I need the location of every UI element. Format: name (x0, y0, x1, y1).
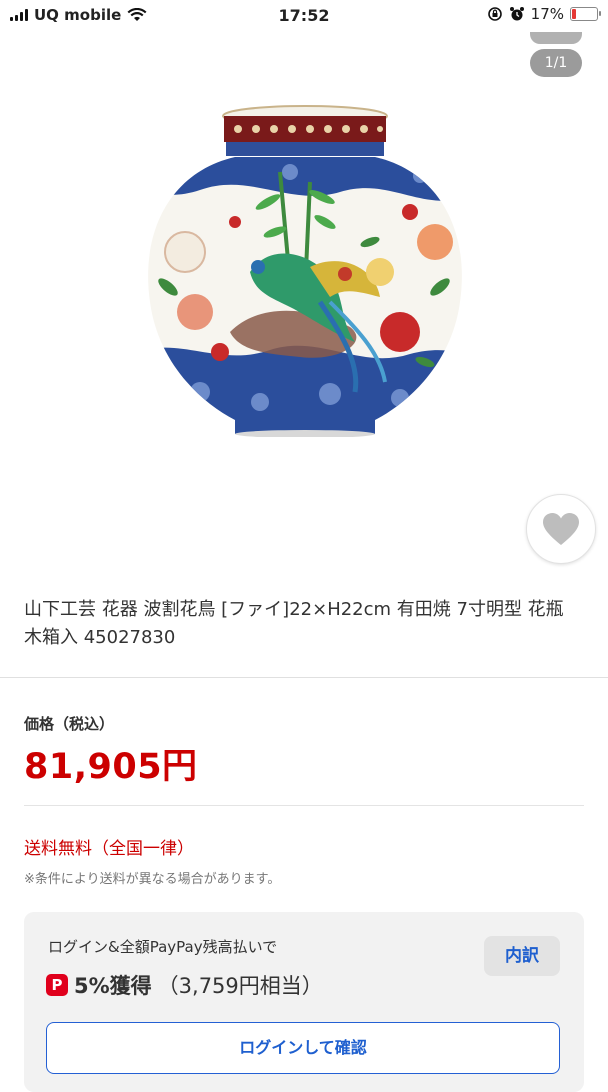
shipping-free-label: 送料無料（全国一律） (24, 839, 194, 859)
price-value: 81,905円 (24, 747, 198, 787)
breakdown-button[interactable]: 内訳 (484, 936, 560, 976)
gallery-control-partial (530, 32, 582, 44)
product-title: 山下工芸 花器 波割花鳥 [ファイ]22×H22cm 有田焼 7寸明型 花瓶 木… (24, 599, 564, 648)
screen-lock-icon (487, 7, 502, 21)
image-counter: 1/1 (530, 49, 582, 77)
divider (24, 805, 584, 806)
points-rate: 5%獲得 (74, 974, 152, 998)
product-image-vase (148, 105, 462, 437)
battery-icon (570, 7, 601, 21)
login-to-confirm-button[interactable]: ログインして確認 (46, 1022, 560, 1074)
status-bar: UQ mobile 17:52 17% (0, 0, 608, 32)
points-equivalent: （3,759円相当） (157, 974, 323, 998)
heart-icon (543, 513, 579, 545)
favorite-button[interactable] (526, 494, 596, 564)
paypay-points-card: ログイン&全額PayPay残高払いで 内訳 P 5%獲得 （3,759円相当） … (24, 912, 584, 1092)
product-image-gallery[interactable]: 1/1 (0, 32, 608, 592)
price-label: 価格（税込） (24, 715, 115, 733)
shipping-note: ※条件により送料が異なる場合があります。 (24, 872, 281, 887)
alarm-icon (509, 7, 524, 21)
divider (0, 677, 608, 678)
points-condition-text: ログイン&全額PayPay残高払いで (48, 938, 278, 956)
paypay-icon: P (46, 974, 68, 996)
battery-percent: 17% (530, 5, 564, 23)
battery-level (572, 9, 576, 19)
status-bar-right: 17% (487, 5, 601, 23)
points-rate-row: P 5%獲得 （3,759円相当） (46, 970, 323, 1000)
